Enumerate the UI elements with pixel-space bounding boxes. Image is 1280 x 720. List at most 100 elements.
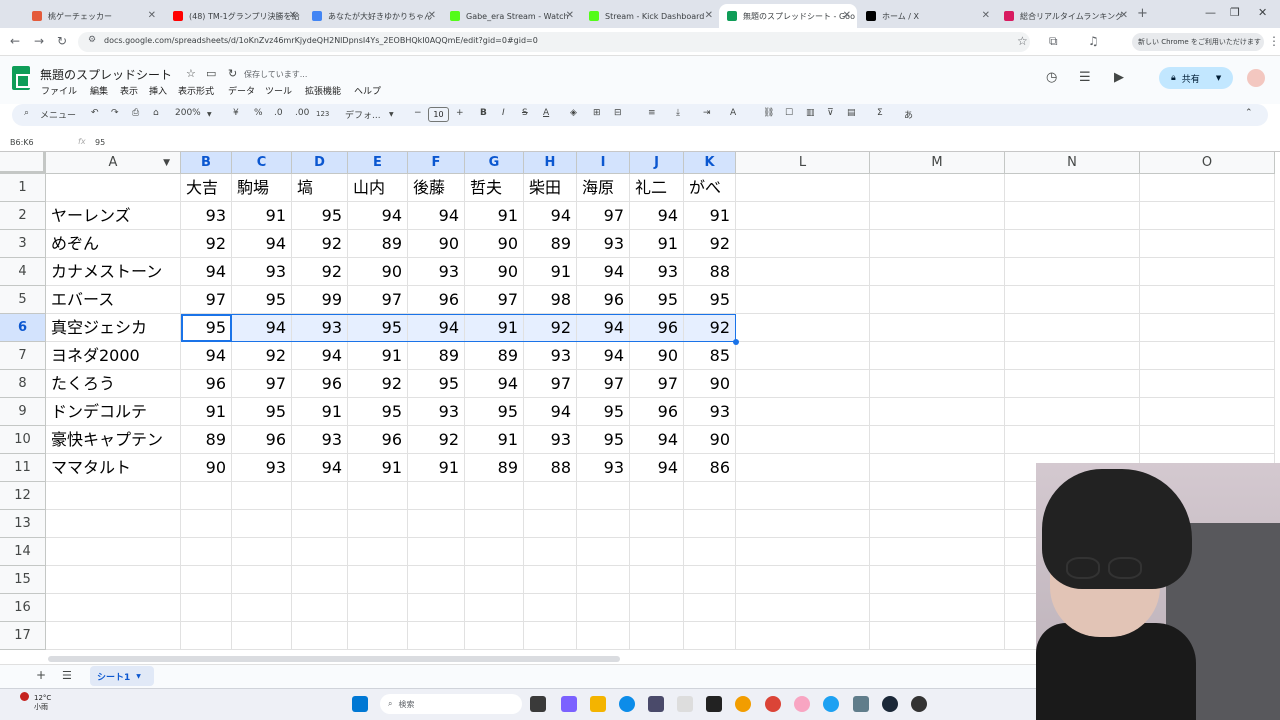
table-cell[interactable]: [348, 538, 408, 566]
tab-close-icon[interactable]: ✕: [705, 10, 713, 21]
table-cell[interactable]: 91: [348, 342, 408, 370]
table-cell[interactable]: 94: [408, 314, 465, 342]
table-cell[interactable]: 91: [232, 202, 292, 230]
minimize-icon[interactable]: —: [1205, 6, 1216, 19]
task-view-icon[interactable]: [530, 696, 546, 712]
table-cell[interactable]: 91: [524, 258, 577, 286]
column-header[interactable]: F: [408, 152, 465, 174]
table-cell[interactable]: [465, 538, 524, 566]
table-cell[interactable]: 96: [630, 314, 684, 342]
browser-tab[interactable]: Stream - Kick Dashboard ✕: [581, 4, 719, 28]
table-cell[interactable]: [736, 258, 870, 286]
percent-button[interactable]: %: [254, 108, 263, 118]
table-cell[interactable]: [736, 594, 870, 622]
table-cell[interactable]: [46, 510, 181, 538]
table-cell[interactable]: [524, 594, 577, 622]
table-cell[interactable]: 89: [408, 342, 465, 370]
table-cell[interactable]: [630, 538, 684, 566]
app-icon-5[interactable]: [823, 696, 839, 712]
table-cell[interactable]: [292, 510, 348, 538]
browser-tab[interactable]: Gabe_era Stream - Watch ✕: [442, 4, 580, 28]
table-cell[interactable]: 88: [684, 258, 736, 286]
table-cell[interactable]: 96: [292, 370, 348, 398]
table-cell[interactable]: [1005, 398, 1140, 426]
table-cell[interactable]: たくろう: [46, 370, 181, 398]
table-cell[interactable]: [1140, 286, 1275, 314]
document-title[interactable]: 無題のスプレッドシート: [40, 66, 172, 83]
column-header[interactable]: D: [292, 152, 348, 174]
table-cell[interactable]: [577, 566, 630, 594]
table-cell[interactable]: [46, 594, 181, 622]
browser-tab[interactable]: (48) TM-1グランプリ決勝を給 ✕: [165, 4, 303, 28]
merge-cells-icon[interactable]: ⊟: [614, 108, 622, 118]
table-cell[interactable]: 95: [181, 314, 232, 342]
table-cell[interactable]: 海原: [577, 174, 630, 202]
table-cell[interactable]: 91: [408, 454, 465, 482]
table-cell[interactable]: [684, 594, 736, 622]
table-cell[interactable]: 92: [232, 342, 292, 370]
input-tools-icon[interactable]: あ: [904, 108, 913, 121]
table-cell[interactable]: [292, 538, 348, 566]
row-header[interactable]: 13: [0, 510, 46, 538]
table-cell[interactable]: [630, 482, 684, 510]
table-cell[interactable]: [577, 510, 630, 538]
app-icon-4[interactable]: [794, 696, 810, 712]
chevron-down-icon[interactable]: ▼: [136, 673, 141, 680]
collapse-toolbar-icon[interactable]: ⌃: [1245, 108, 1253, 118]
table-cell[interactable]: カナメストーン: [46, 258, 181, 286]
table-cell[interactable]: 92: [181, 230, 232, 258]
table-cell[interactable]: [1005, 286, 1140, 314]
table-cell[interactable]: 真空ジェシカ: [46, 314, 181, 342]
row-header[interactable]: 8: [0, 370, 46, 398]
table-cell[interactable]: 90: [348, 258, 408, 286]
add-sheet-icon[interactable]: +: [36, 668, 46, 682]
row-header[interactable]: 4: [0, 258, 46, 286]
browser-menu-icon[interactable]: ⋮: [1268, 34, 1280, 48]
functions-icon[interactable]: Σ: [877, 108, 883, 118]
row-header[interactable]: 14: [0, 538, 46, 566]
table-cell[interactable]: 99: [292, 286, 348, 314]
table-cell[interactable]: [870, 426, 1005, 454]
table-cell[interactable]: [736, 202, 870, 230]
table-cell[interactable]: [524, 622, 577, 650]
column-header[interactable]: L: [736, 152, 870, 174]
table-cell[interactable]: [1005, 342, 1140, 370]
table-cell[interactable]: [292, 482, 348, 510]
text-color-icon[interactable]: A: [543, 108, 549, 118]
table-cell[interactable]: 95: [408, 370, 465, 398]
row-header[interactable]: 12: [0, 482, 46, 510]
browser-tab[interactable]: 桃ゲーチェッカー ✕: [24, 4, 162, 28]
table-cell[interactable]: [684, 566, 736, 594]
table-cell[interactable]: 93: [524, 426, 577, 454]
table-cell[interactable]: [736, 342, 870, 370]
text-rotation-icon[interactable]: A: [730, 108, 736, 118]
table-cell[interactable]: [630, 594, 684, 622]
italic-icon[interactable]: I: [502, 108, 505, 118]
table-cell[interactable]: [348, 566, 408, 594]
browser-tab[interactable]: 無題のスプレッドシート - Goo ✕: [719, 4, 857, 28]
table-cell[interactable]: 90: [684, 370, 736, 398]
url-text[interactable]: docs.google.com/spreadsheets/d/1oKnZvz46…: [104, 36, 538, 45]
link-icon[interactable]: ⛓: [763, 108, 774, 118]
filter-views-icon[interactable]: ▤: [847, 108, 856, 118]
table-cell[interactable]: 塙: [292, 174, 348, 202]
row-header[interactable]: 17: [0, 622, 46, 650]
table-cell[interactable]: 92: [684, 230, 736, 258]
table-cell[interactable]: 90: [465, 258, 524, 286]
table-cell[interactable]: [465, 482, 524, 510]
table-cell[interactable]: [181, 538, 232, 566]
table-cell[interactable]: 91: [630, 230, 684, 258]
table-cell[interactable]: ドンデコルテ: [46, 398, 181, 426]
tab-close-icon[interactable]: ✕: [566, 10, 574, 21]
table-cell[interactable]: 94: [524, 202, 577, 230]
table-cell[interactable]: [232, 566, 292, 594]
name-box[interactable]: B6:K6: [10, 138, 34, 147]
steam-icon[interactable]: [882, 696, 898, 712]
move-folder-icon[interactable]: ▭: [206, 67, 216, 80]
horizontal-align-icon[interactable]: ≡: [648, 108, 656, 118]
table-cell[interactable]: 90: [630, 342, 684, 370]
extensions-icon[interactable]: ⧉: [1049, 34, 1058, 49]
column-header[interactable]: E: [348, 152, 408, 174]
table-cell[interactable]: 96: [577, 286, 630, 314]
table-cell[interactable]: 97: [232, 370, 292, 398]
